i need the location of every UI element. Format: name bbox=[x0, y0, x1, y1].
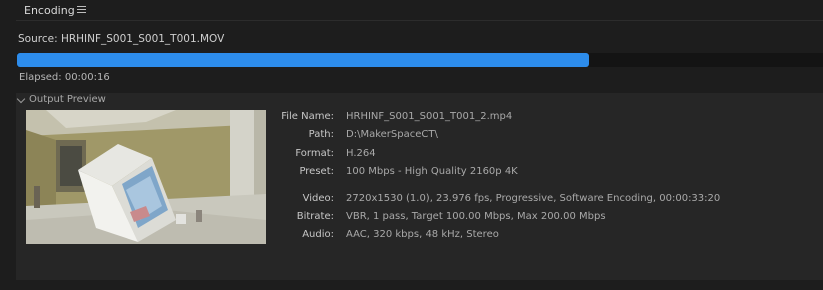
source-filename: Source: HRHINF_S001_S001_T001.MOV bbox=[18, 33, 225, 45]
tab-divider bbox=[16, 20, 823, 21]
property-label-format: Format: bbox=[295, 148, 334, 159]
progress-bar-fill bbox=[17, 53, 589, 67]
property-label-audio: Audio: bbox=[302, 229, 334, 240]
tab-encoding[interactable]: Encoding bbox=[24, 4, 75, 17]
output-preview-header[interactable]: Output Preview bbox=[16, 93, 823, 108]
encoding-panel: Encoding Source: HRHINF_S001_S001_T001.M… bbox=[0, 0, 823, 290]
elapsed-time: Elapsed: 00:00:16 bbox=[19, 72, 110, 83]
encoding-progress-bar bbox=[17, 53, 823, 67]
property-label-video: Video: bbox=[302, 193, 334, 204]
property-label-file-name: File Name: bbox=[281, 111, 334, 122]
property-label-bitrate: Bitrate: bbox=[296, 211, 334, 222]
panel-tab-bar: Encoding bbox=[0, 0, 823, 22]
chevron-down-icon[interactable] bbox=[16, 94, 26, 104]
hamburger-menu-icon[interactable] bbox=[77, 6, 86, 14]
property-label-path: Path: bbox=[308, 129, 334, 140]
property-label-preset: Preset: bbox=[299, 166, 334, 177]
output-preview-title: Output Preview bbox=[29, 94, 106, 105]
